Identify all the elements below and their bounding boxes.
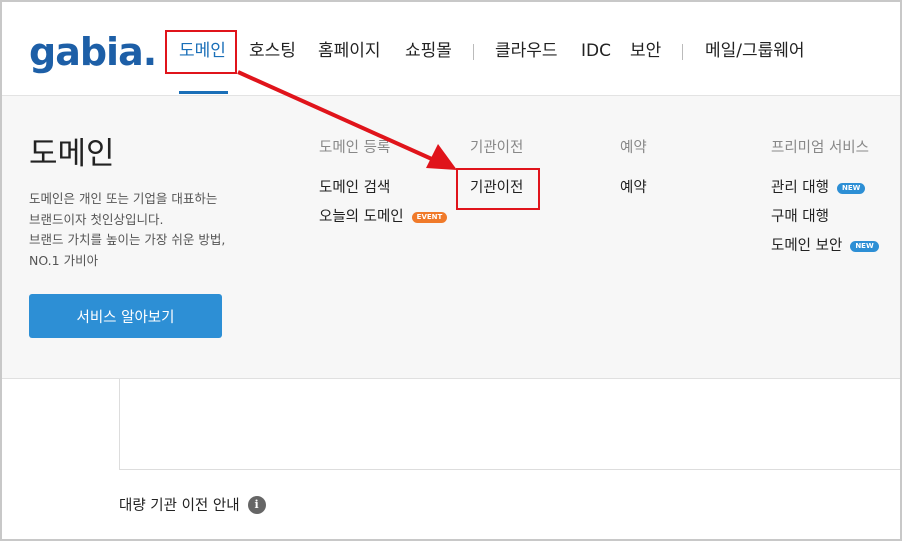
link-label: 도메인 보안 (771, 238, 843, 254)
panel-title: 도메인 (29, 136, 115, 172)
bulk-transfer-label: 대량 기관 이전 안내 (119, 498, 240, 514)
column-agency-transfer: 기관이전 기관이전 (470, 139, 524, 196)
nav-divider (473, 44, 474, 60)
event-badge: EVENT (411, 211, 448, 223)
link-label: 관리 대행 (771, 180, 829, 196)
nav-divider (682, 44, 683, 60)
column-heading: 예약 (620, 140, 647, 156)
link-domain-security[interactable]: 도메인 보안 NEW (771, 237, 879, 255)
link-label: 예약 (620, 180, 647, 196)
link-todays-domain[interactable]: 오늘의 도메인 EVENT (319, 208, 448, 226)
active-tab-indicator (179, 91, 228, 94)
link-label: 오늘의 도메인 (319, 209, 404, 225)
link-label: 도메인 검색 (319, 180, 391, 196)
new-badge: NEW (850, 240, 879, 252)
column-heading: 프리미엄 서비스 (771, 140, 869, 156)
new-badge: NEW (836, 182, 866, 194)
panel-description: 도메인은 개인 또는 기업을 대표하는 브랜드이자 첫인상입니다. 브랜드 가치… (29, 189, 269, 271)
highlight-box-agency-transfer (456, 168, 540, 210)
column-premium-service: 프리미엄 서비스 관리 대행 NEW 구매 대행 도메인 보안 NEW (771, 139, 879, 254)
column-domain-registration: 도메인 등록 도메인 검색 오늘의 도메인 EVENT (319, 139, 448, 225)
link-management-agency[interactable]: 관리 대행 NEW (771, 179, 866, 197)
column-reservation: 예약 예약 (620, 139, 647, 196)
nav-item-security[interactable]: 보안 (630, 40, 661, 62)
link-reservation[interactable]: 예약 (620, 179, 647, 197)
domain-mega-menu: 도메인 도메인은 개인 또는 기업을 대표하는 브랜드이자 첫인상입니다. 브랜… (2, 96, 900, 379)
browser-frame: gabia. 도메인 호스팅 홈페이지 쇼핑몰 클라우드 IDC 보안 메일/그… (0, 0, 902, 541)
description-line: 브랜드 가치를 높이는 가장 쉬운 방법, (29, 232, 226, 247)
column-heading: 기관이전 (470, 140, 524, 156)
description-line: 도메인은 개인 또는 기업을 대표하는 (29, 191, 218, 206)
description-line: 브랜드이자 첫인상입니다. (29, 211, 164, 227)
nav-item-shoppingmall[interactable]: 쇼핑몰 (405, 40, 452, 62)
highlight-box-domain-nav (165, 30, 237, 74)
info-icon[interactable]: i (247, 495, 266, 514)
column-heading: 도메인 등록 (319, 140, 391, 156)
gabia-logo[interactable]: gabia. (29, 32, 157, 72)
nav-item-cloud[interactable]: 클라우드 (495, 40, 558, 62)
learn-service-button[interactable]: 서비스 알아보기 (29, 294, 222, 338)
nav-item-hosting[interactable]: 호스팅 (249, 40, 296, 62)
content-box (119, 379, 900, 470)
link-label: 구매 대행 (771, 209, 829, 225)
site-header: gabia. 도메인 호스팅 홈페이지 쇼핑몰 클라우드 IDC 보안 메일/그… (2, 2, 900, 96)
nav-item-homepage[interactable]: 홈페이지 (318, 40, 381, 62)
nav-item-mail-groupware[interactable]: 메일/그룹웨어 (705, 40, 805, 62)
description-line: NO.1 가비아 (29, 252, 99, 268)
link-purchase-agency[interactable]: 구매 대행 (771, 208, 829, 226)
bulk-transfer-notice[interactable]: 대량 기관 이전 안내 i (119, 494, 266, 515)
link-domain-search[interactable]: 도메인 검색 (319, 179, 390, 197)
nav-item-idc[interactable]: IDC (581, 40, 611, 62)
